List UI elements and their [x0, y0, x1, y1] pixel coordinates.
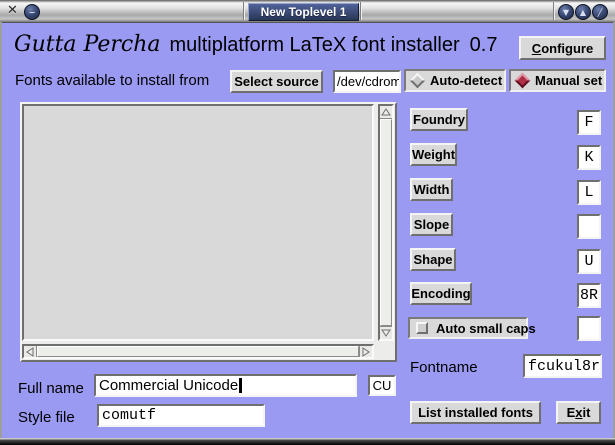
window-border-left — [0, 22, 2, 438]
auto-detect-label: Auto-detect — [430, 73, 502, 88]
window-maximize-icon[interactable]: ▲ — [575, 4, 591, 20]
window-shade-icon[interactable]: ▼ — [558, 4, 574, 20]
horizontal-scrollbar[interactable] — [22, 344, 374, 359]
font-list[interactable] — [22, 104, 374, 341]
abbrev-field[interactable]: CU — [368, 375, 396, 396]
vertical-scrollbar[interactable] — [378, 104, 394, 341]
window-menu-icon[interactable]: − — [24, 4, 40, 20]
scroll-down-icon[interactable] — [380, 326, 392, 339]
weight-field[interactable]: K — [577, 145, 601, 170]
exit-button[interactable]: Exit — [556, 401, 601, 424]
window-pin-icon[interactable]: ✕ — [5, 3, 20, 18]
small-caps-field[interactable] — [577, 316, 601, 341]
foundry-field[interactable]: F — [577, 110, 601, 135]
encoding-field[interactable]: 8R — [577, 283, 601, 308]
style-file-input[interactable]: comutf — [97, 404, 265, 427]
slope-button[interactable]: Slope — [410, 213, 453, 236]
source-label: Fonts available to install from — [15, 72, 209, 89]
horizontal-scroll-thumb[interactable] — [37, 346, 359, 357]
list-installed-fonts-button[interactable]: List installed fonts — [410, 401, 541, 424]
weight-button[interactable]: Weight — [410, 143, 457, 166]
auto-small-caps-checkbox[interactable]: Auto small caps — [408, 317, 528, 339]
manual-set-label: Manual set — [535, 73, 602, 88]
app-window: ✕ − New Toplevel 1 ▼ ▲ ╱ Gutta Percha mu… — [0, 0, 615, 445]
fontname-field[interactable]: fcukul8r — [523, 354, 602, 378]
app-title-text: multiplatform LaTeX font installer — [170, 34, 460, 57]
scroll-right-icon[interactable] — [359, 346, 372, 357]
width-field[interactable]: L — [577, 180, 601, 205]
scroll-up-icon[interactable] — [380, 106, 392, 119]
vertical-scroll-thumb[interactable] — [380, 119, 392, 326]
scroll-left-icon[interactable] — [24, 346, 37, 357]
slope-field[interactable] — [577, 214, 601, 239]
width-button[interactable]: Width — [410, 178, 453, 201]
app-brand: Gutta Percha — [14, 32, 161, 57]
window-border-bottom — [0, 438, 615, 445]
auto-detect-radio[interactable]: Auto-detect — [404, 69, 506, 92]
window-title: New Toplevel 1 — [248, 3, 359, 21]
titlebar-divider — [360, 2, 362, 20]
page-title: Gutta Percha multiplatform LaTeX font in… — [14, 32, 497, 60]
device-input[interactable]: /dev/cdrom — [333, 70, 401, 93]
full-name-input[interactable]: Commercial Unicode — [94, 374, 357, 397]
fontname-label: Fontname — [410, 359, 478, 376]
shape-field[interactable]: U — [577, 249, 601, 274]
style-file-label: Style file — [18, 409, 75, 426]
titlebar-divider — [553, 2, 555, 20]
full-name-label: Full name — [18, 380, 84, 397]
manual-set-radio[interactable]: Manual set — [509, 69, 606, 92]
encoding-button[interactable]: Encoding — [410, 282, 472, 305]
full-name-value: Commercial Unicode — [99, 377, 238, 394]
auto-small-caps-label: Auto small caps — [436, 321, 536, 336]
text-cursor — [239, 378, 242, 393]
select-source-button[interactable]: Select source — [230, 70, 323, 93]
shape-button[interactable]: Shape — [410, 248, 456, 271]
window-resize-icon[interactable]: ╱ — [592, 4, 608, 20]
radio-diamond-selected-icon — [515, 73, 531, 89]
radio-diamond-icon — [410, 73, 426, 89]
foundry-button[interactable]: Foundry — [410, 108, 468, 131]
checkbox-icon — [416, 322, 428, 334]
titlebar: ✕ − New Toplevel 1 ▼ ▲ ╱ — [0, 0, 615, 23]
app-version: 0.7 — [470, 34, 498, 57]
configure-button[interactable]: Configure — [519, 36, 606, 60]
titlebar-divider — [243, 2, 245, 20]
